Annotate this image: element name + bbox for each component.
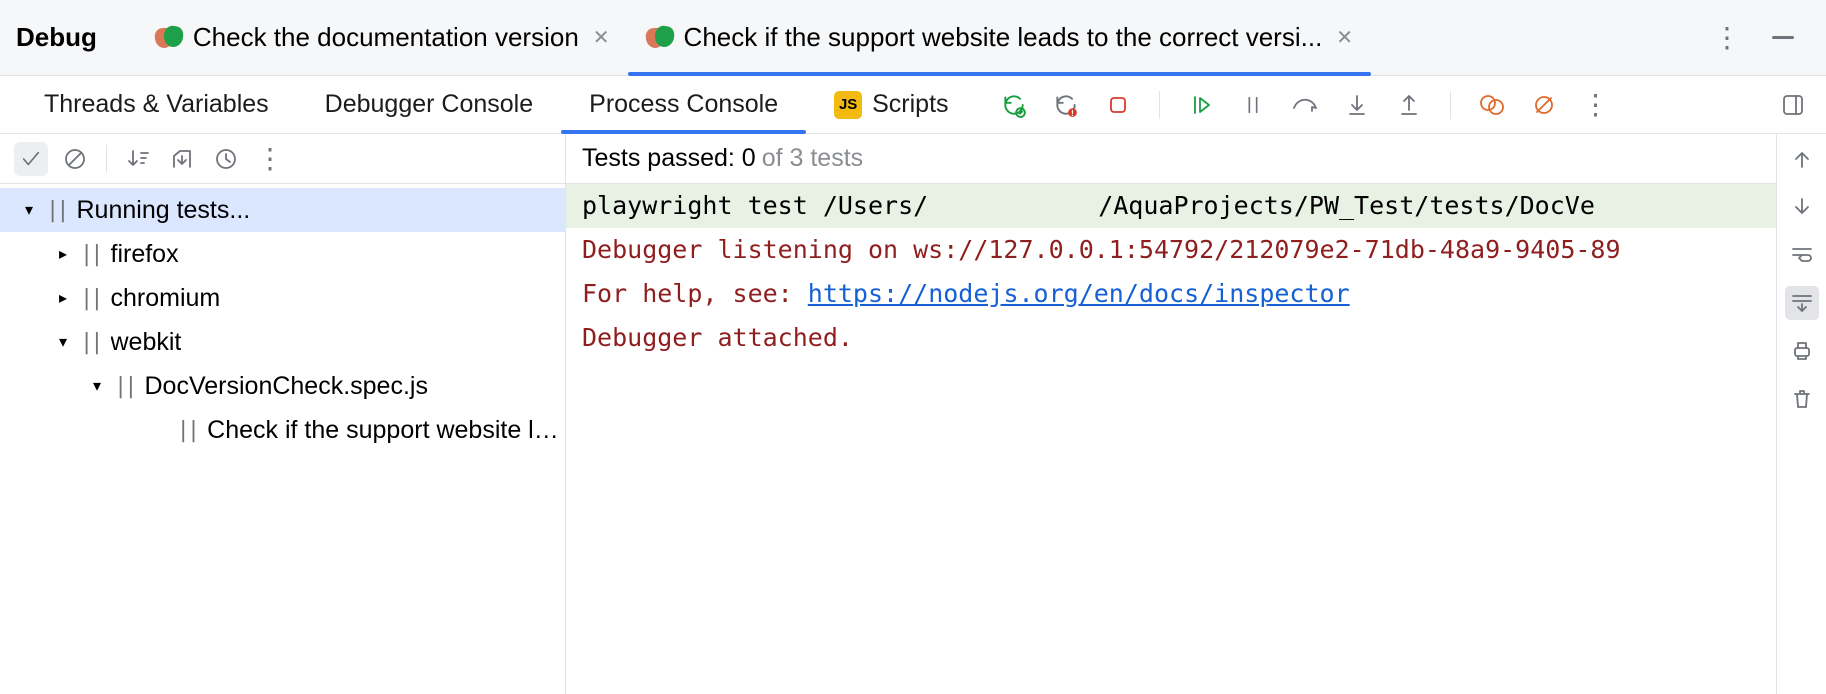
resume-icon[interactable] [1184, 88, 1218, 122]
tab-scripts[interactable]: JS Scripts [806, 76, 976, 133]
tab-threads-variables[interactable]: Threads & Variables [16, 76, 297, 133]
tree-node-webkit[interactable]: ▾ || webkit [0, 320, 565, 364]
tree-node-label: firefox [111, 240, 179, 269]
tree-node-running[interactable]: ▾ || Running tests... [0, 188, 565, 232]
test-tree-toolbar [0, 134, 565, 184]
test-tree: ▾ || Running tests... ▸ || firefox ▸ || … [0, 184, 565, 452]
stop-icon[interactable] [1101, 88, 1135, 122]
rerun-icon[interactable] [997, 88, 1031, 122]
chevron-right-icon: ▸ [52, 288, 74, 308]
console-text: /AquaProjects/PW_Test/tests/DocVe [1098, 191, 1595, 220]
pause-icon[interactable] [1236, 88, 1270, 122]
tool-window-title: Debug [16, 22, 97, 53]
console-line-command: playwright test /Users/ /AquaProjects/PW_… [566, 184, 1776, 228]
separator [1159, 91, 1160, 119]
debug-topbar: Debug Check the documentation version ✕ … [0, 0, 1826, 76]
mute-breakpoints-icon[interactable] [1527, 88, 1561, 122]
sort-icon[interactable] [121, 142, 155, 176]
tab-debugger-console[interactable]: Debugger Console [297, 76, 561, 133]
console-line-stderr: Debugger attached. [566, 316, 1776, 360]
separator [106, 145, 107, 173]
step-out-icon[interactable] [1392, 88, 1426, 122]
tree-node-test-case[interactable]: || Check if the support website leads [0, 408, 565, 452]
close-tab-icon[interactable]: ✕ [1336, 25, 1353, 50]
more-options-icon[interactable] [1710, 21, 1744, 55]
soft-wrap-icon[interactable] [1785, 238, 1819, 272]
running-status-icon: || [177, 418, 198, 443]
tree-node-chromium[interactable]: ▸ || chromium [0, 276, 565, 320]
debug-secondary-bar: Threads & Variables Debugger Console Pro… [0, 76, 1826, 134]
playwright-icon [155, 26, 183, 50]
tests-total-count: of 3 tests [762, 144, 863, 173]
minimize-tool-window-icon[interactable] [1766, 21, 1800, 55]
svg-text:!: ! [1071, 107, 1074, 117]
step-into-icon[interactable] [1340, 88, 1374, 122]
js-icon: JS [834, 91, 862, 119]
console-text: For help, see: [582, 279, 808, 308]
show-ignored-icon[interactable] [58, 142, 92, 176]
sub-tab-label: Scripts [872, 90, 948, 119]
tree-node-label: chromium [111, 284, 221, 313]
rerun-failed-icon[interactable]: ! [1049, 88, 1083, 122]
tests-status-bar: Tests passed: 0 of 3 tests [566, 134, 1776, 184]
debug-run-tabs: Check the documentation version ✕ Check … [137, 0, 1710, 75]
console-text: playwright test /Users/ [582, 191, 928, 220]
step-over-icon[interactable] [1288, 88, 1322, 122]
chevron-down-icon: ▾ [52, 332, 74, 352]
running-status-icon: || [80, 242, 101, 267]
running-status-icon: || [46, 198, 67, 223]
test-tree-pane: ▾ || Running tests... ▸ || firefox ▸ || … [0, 134, 566, 694]
print-icon[interactable] [1785, 334, 1819, 368]
separator [1450, 91, 1451, 119]
run-tab-label: Check if the support website leads to th… [684, 22, 1323, 53]
secondbar-right [1776, 88, 1810, 122]
show-passed-icon[interactable] [14, 142, 48, 176]
sub-tab-label: Threads & Variables [44, 90, 269, 119]
debug-more-icon[interactable] [1579, 88, 1613, 122]
console-line-stderr: For help, see: https://nodejs.org/en/doc… [566, 272, 1776, 316]
clear-all-icon[interactable] [1785, 382, 1819, 416]
scroll-down-icon[interactable] [1785, 190, 1819, 224]
running-status-icon: || [80, 286, 101, 311]
run-tab-label: Check the documentation version [193, 22, 579, 53]
import-tests-icon[interactable] [165, 142, 199, 176]
scroll-to-end-icon[interactable] [1785, 286, 1819, 320]
tests-passed-count: Tests passed: 0 [582, 144, 756, 173]
tree-node-label: webkit [111, 328, 182, 357]
view-breakpoints-icon[interactable] [1475, 88, 1509, 122]
close-tab-icon[interactable]: ✕ [593, 25, 610, 50]
test-history-icon[interactable] [209, 142, 243, 176]
inspector-docs-link[interactable]: https://nodejs.org/en/docs/inspector [808, 279, 1350, 308]
chevron-right-icon: ▸ [52, 244, 74, 264]
scroll-up-icon[interactable] [1785, 142, 1819, 176]
layout-settings-icon[interactable] [1776, 88, 1810, 122]
chevron-down-icon: ▾ [86, 376, 108, 396]
console-gutter [1776, 134, 1826, 694]
sub-tab-label: Process Console [589, 90, 778, 119]
tab-process-console[interactable]: Process Console [561, 76, 806, 133]
debug-main-area: ▾ || Running tests... ▸ || firefox ▸ || … [0, 134, 1826, 694]
running-status-icon: || [114, 374, 135, 399]
debug-action-toolbar: ! [997, 88, 1613, 122]
tree-node-label: Check if the support website leads [207, 416, 565, 445]
sub-tab-label: Debugger Console [325, 90, 533, 119]
tree-node-label: Running tests... [77, 196, 251, 225]
run-tab-support-website[interactable]: Check if the support website leads to th… [628, 0, 1372, 75]
debug-sub-tabs: Threads & Variables Debugger Console Pro… [16, 76, 977, 133]
process-console-output[interactable]: playwright test /Users/ /AquaProjects/PW_… [566, 184, 1776, 694]
tree-node-firefox[interactable]: ▸ || firefox [0, 232, 565, 276]
test-tree-more-icon[interactable] [253, 142, 287, 176]
playwright-icon [646, 26, 674, 50]
tree-node-spec-file[interactable]: ▾ || DocVersionCheck.spec.js [0, 364, 565, 408]
chevron-down-icon: ▾ [18, 200, 40, 220]
run-tab-doc-version[interactable]: Check the documentation version ✕ [137, 0, 628, 75]
running-status-icon: || [80, 330, 101, 355]
console-line-stderr: Debugger listening on ws://127.0.0.1:547… [566, 228, 1776, 272]
console-pane: Tests passed: 0 of 3 tests playwright te… [566, 134, 1826, 694]
topbar-right-controls [1710, 21, 1810, 55]
tree-node-label: DocVersionCheck.spec.js [145, 372, 428, 401]
